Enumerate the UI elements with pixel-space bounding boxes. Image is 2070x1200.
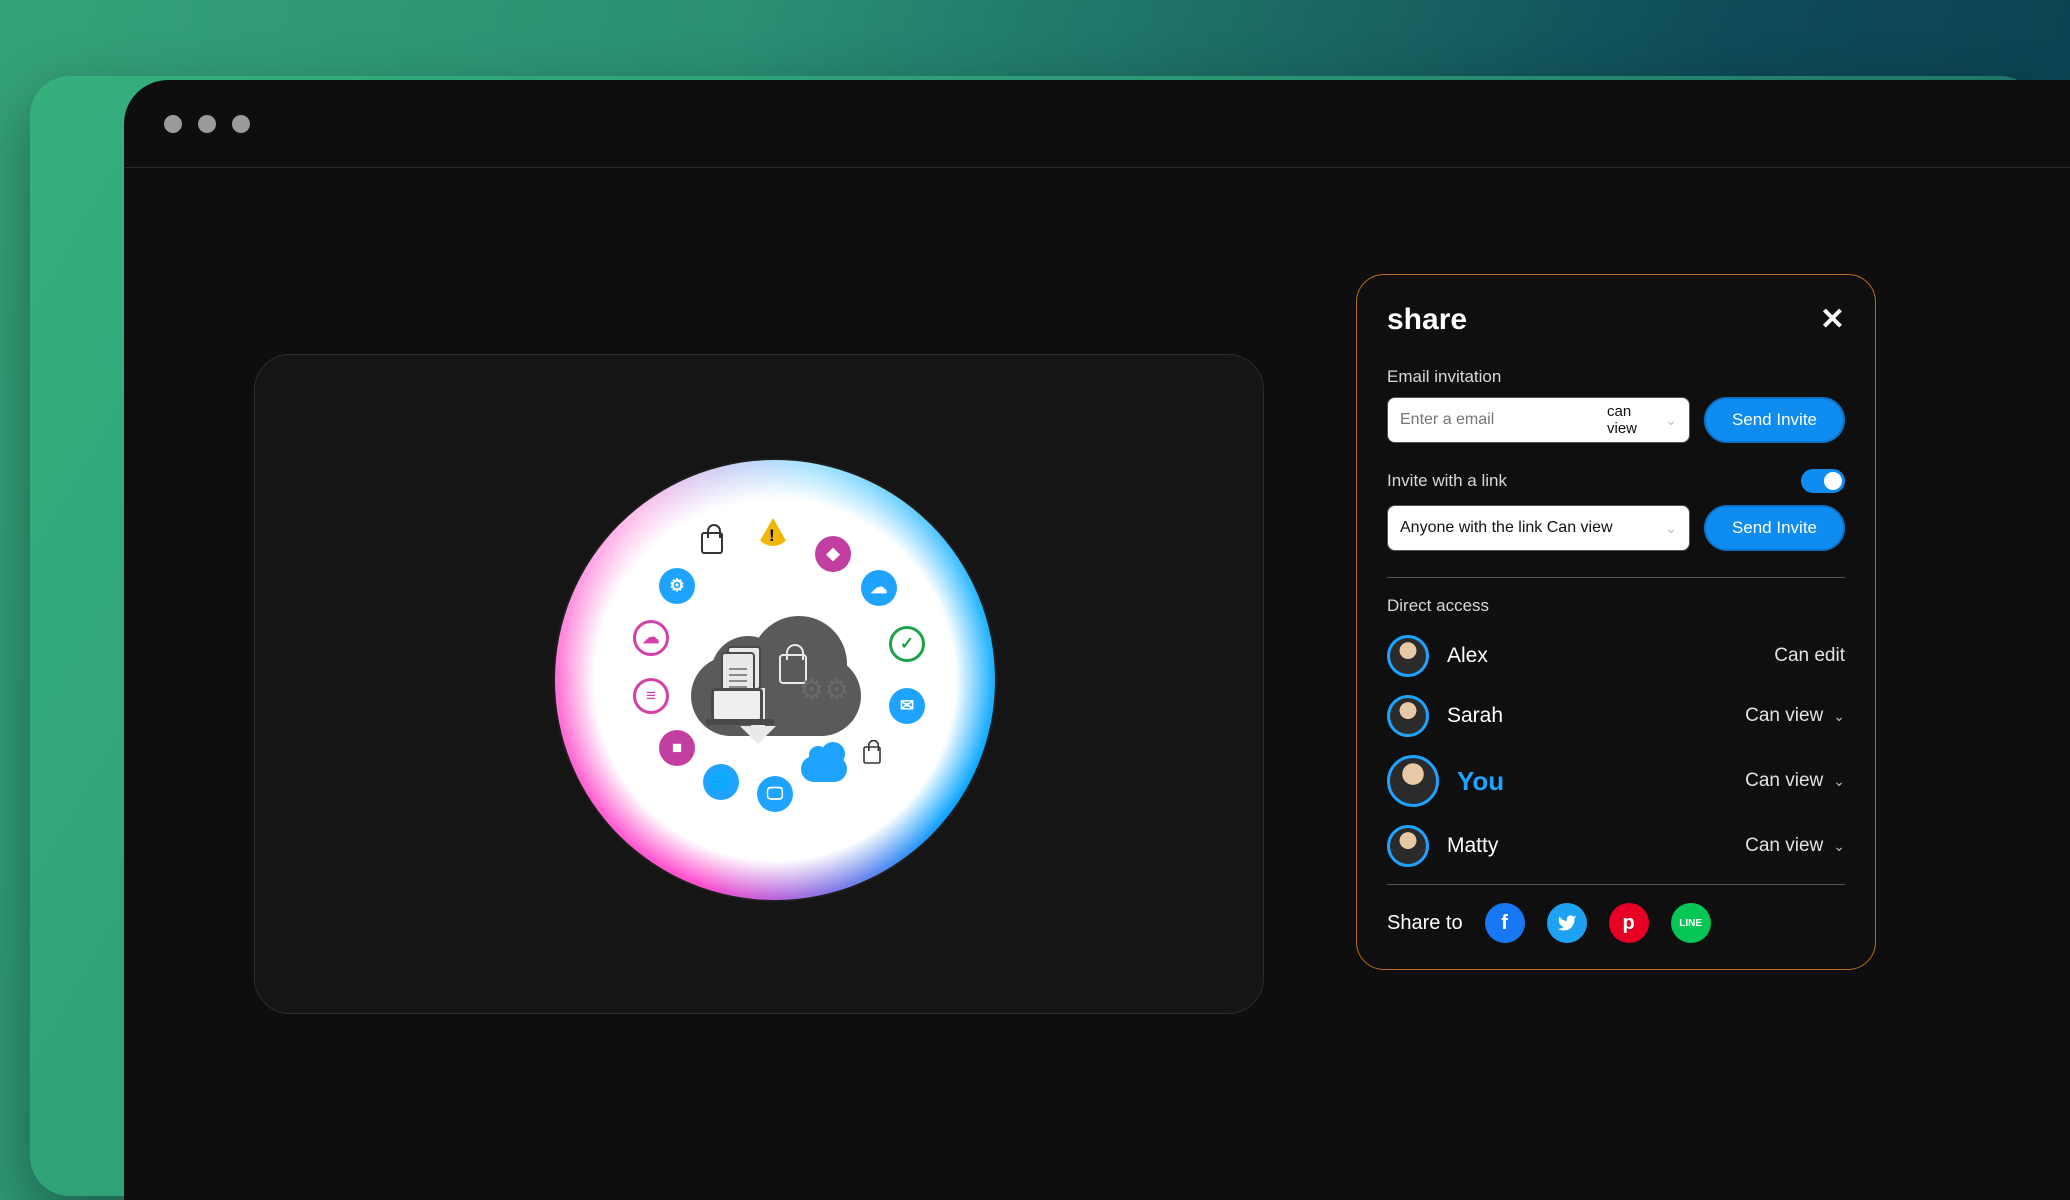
- email-invitation-label: Email invitation: [1387, 367, 1845, 387]
- avatar: [1387, 635, 1429, 677]
- direct-access-row: Matty Can view ⌄: [1387, 816, 1845, 876]
- gear-circle-icon: ⚙: [659, 568, 695, 604]
- permission-value: Can view: [1745, 835, 1823, 857]
- email-permission-select[interactable]: can view ⌄: [1607, 403, 1677, 437]
- permission-value: Can view: [1745, 705, 1823, 727]
- send-invite-link-button[interactable]: Send Invite: [1704, 505, 1845, 551]
- browser-window: ! ◆ ☁ ✓ ✉ 🖵 🌐 ■ ≡ ☁ ⚙: [124, 80, 2070, 1200]
- permission-select[interactable]: Can view ⌄: [1745, 705, 1845, 727]
- traffic-light-min[interactable]: [198, 115, 216, 133]
- permission-select[interactable]: Can view ⌄: [1745, 770, 1845, 792]
- link-permission-value: Anyone with the link Can view: [1400, 519, 1613, 537]
- traffic-light-close[interactable]: [164, 115, 182, 133]
- avatar: [1387, 825, 1429, 867]
- direct-access-row: Sarah Can view ⌄: [1387, 686, 1845, 746]
- person-name: Sarah: [1447, 704, 1503, 728]
- traffic-light-max[interactable]: [232, 115, 250, 133]
- chevron-down-icon: ⌄: [1665, 520, 1677, 537]
- share-to-label: Share to: [1387, 912, 1463, 935]
- server-icon: ≡: [633, 678, 669, 714]
- chevron-down-icon: ⌄: [1833, 773, 1845, 790]
- globe-icon: 🌐: [703, 764, 739, 800]
- avatar: [1387, 695, 1429, 737]
- cloud-sync-icon: ☁: [861, 570, 897, 606]
- share-title: share: [1387, 303, 1467, 337]
- email-input[interactable]: [1400, 411, 1607, 429]
- permission-display: Can edit: [1774, 645, 1845, 667]
- chevron-down-icon: ⌄: [1665, 412, 1677, 429]
- divider: [1387, 577, 1845, 578]
- direct-access-row: Alex Can edit: [1387, 626, 1845, 686]
- link-invitation-label: Invite with a link: [1387, 471, 1507, 491]
- direct-access-label: Direct access: [1387, 596, 1845, 616]
- permission-value: Can edit: [1774, 645, 1845, 667]
- envelope-icon: ✉: [889, 688, 925, 724]
- link-permission-select[interactable]: Anyone with the link Can view ⌄: [1387, 505, 1690, 551]
- shield-check-icon: ✓: [889, 626, 925, 662]
- twitter-icon[interactable]: [1547, 903, 1587, 943]
- link-toggle[interactable]: [1801, 469, 1845, 493]
- browser-topbar: [124, 80, 2070, 168]
- mini-cloud-icon: [801, 756, 847, 782]
- divider: [1387, 884, 1845, 885]
- warning-icon: !: [757, 518, 789, 546]
- person-name: Alex: [1447, 644, 1488, 668]
- permission-select[interactable]: Can view ⌄: [1745, 835, 1845, 857]
- person-name: You: [1457, 766, 1504, 797]
- cloud-outline-icon: ☁: [633, 620, 669, 656]
- avatar: [1387, 755, 1439, 807]
- cloud-ring-icon: ! ◆ ☁ ✓ ✉ 🖵 🌐 ■ ≡ ☁ ⚙: [555, 460, 995, 900]
- chevron-down-icon: ⌄: [1833, 708, 1845, 725]
- badge-icon: ■: [659, 730, 695, 766]
- monitor-search-icon: 🖵: [757, 776, 793, 812]
- line-icon[interactable]: LINE: [1671, 903, 1711, 943]
- lock-icon: [701, 532, 723, 554]
- share-dialog: share ✕ Email invitation can view ⌄ Send…: [1356, 274, 1876, 970]
- direct-access-row-you: You Can view ⌄: [1387, 746, 1845, 816]
- chevron-down-icon: ⌄: [1833, 838, 1845, 855]
- email-field-group: can view ⌄: [1387, 397, 1690, 443]
- cloud-lock-icon: [861, 744, 883, 766]
- close-icon[interactable]: ✕: [1820, 305, 1845, 335]
- illustration-card: ! ◆ ☁ ✓ ✉ 🖵 🌐 ■ ≡ ☁ ⚙: [254, 354, 1264, 1014]
- permission-value: Can view: [1745, 770, 1823, 792]
- person-name: Matty: [1447, 834, 1498, 858]
- shield-hex-icon: ◆: [815, 536, 851, 572]
- send-invite-email-button[interactable]: Send Invite: [1704, 397, 1845, 443]
- facebook-icon[interactable]: f: [1485, 903, 1525, 943]
- laptop-icon: [711, 688, 763, 722]
- email-permission-value: can view: [1607, 403, 1661, 437]
- gears-icon: ⚙⚙: [799, 673, 849, 706]
- pinterest-icon[interactable]: p: [1609, 903, 1649, 943]
